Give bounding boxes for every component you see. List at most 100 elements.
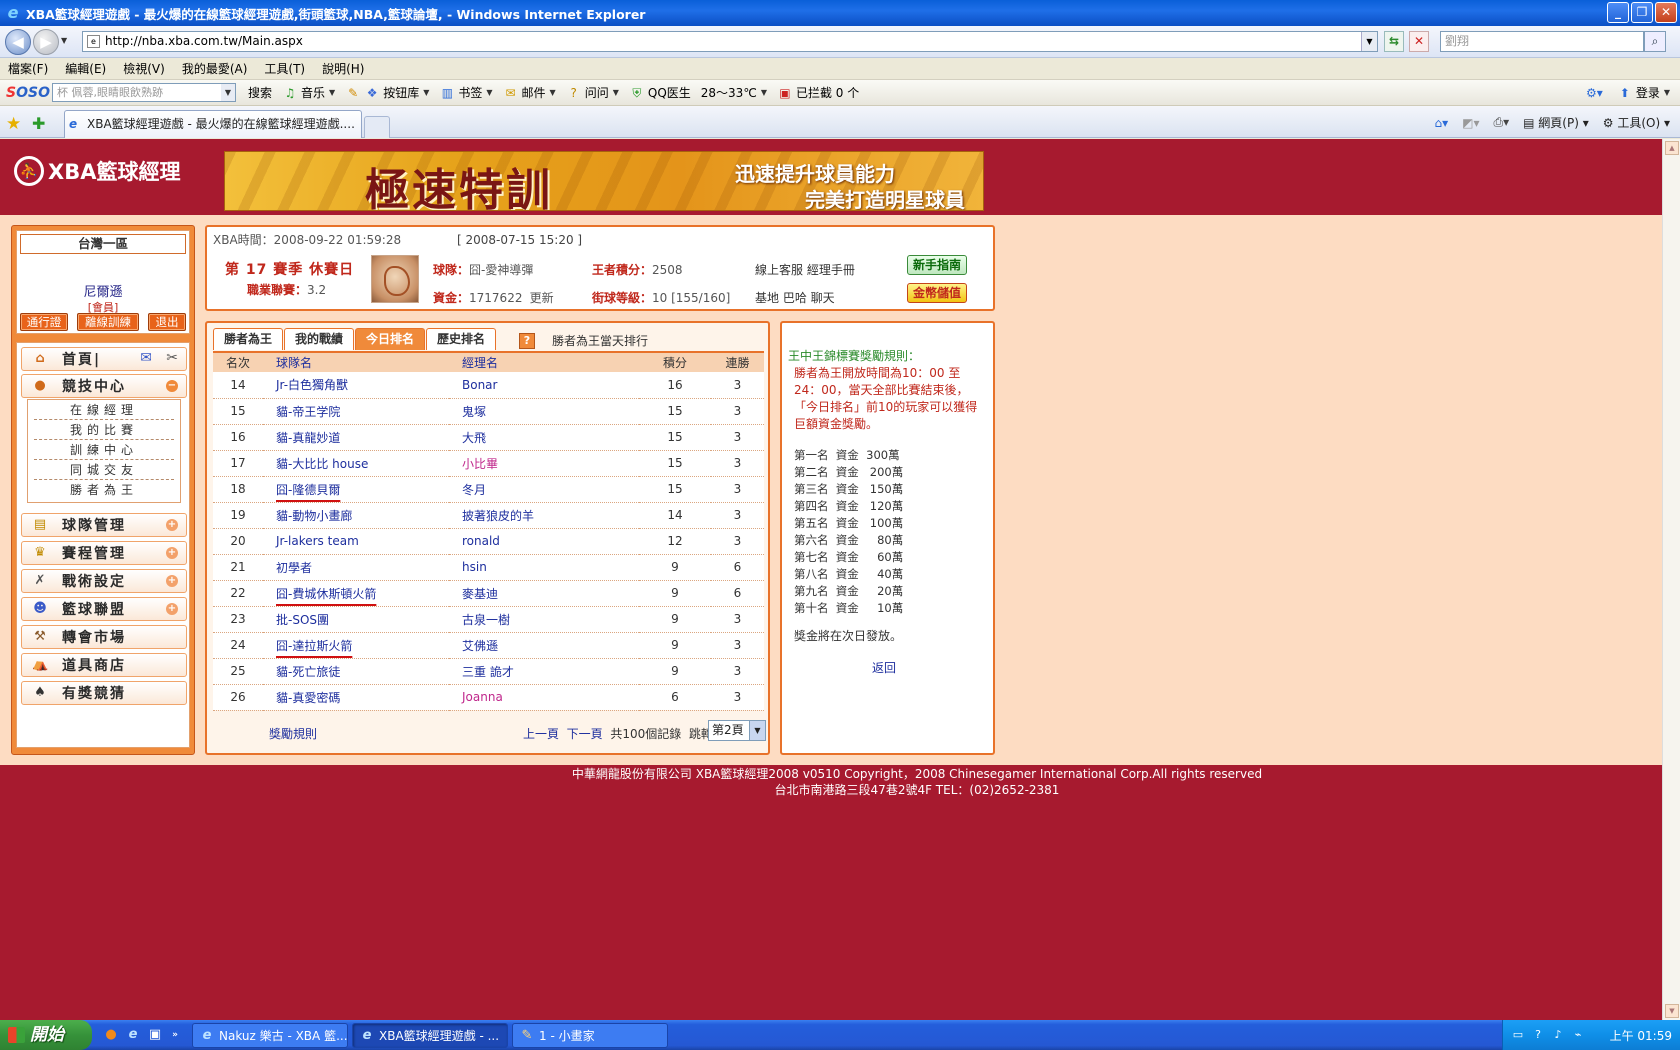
logout-button[interactable]: 退出 <box>148 313 186 331</box>
nav-league[interactable]: ☻ 籃球聯盟 + <box>21 597 187 621</box>
home-icon[interactable]: ⌂▾ <box>1434 116 1448 130</box>
back-link[interactable]: 返回 <box>872 659 896 676</box>
expand-icon[interactable]: + <box>166 547 178 559</box>
start-button[interactable]: 開始 <box>0 1020 92 1050</box>
search-icon[interactable]: ⌕ <box>1644 31 1666 52</box>
tools-icon[interactable]: ✂ <box>166 350 178 366</box>
support-links[interactable]: 線上客服 經理手冊 <box>755 261 855 278</box>
team-avatar[interactable] <box>371 255 419 303</box>
community-links[interactable]: 基地 巴哈 聊天 <box>755 289 835 306</box>
firefox-icon[interactable]: ● <box>102 1026 120 1044</box>
offline-training-button[interactable]: 離線訓練 <box>77 313 139 331</box>
tab-xba[interactable]: e XBA籃球經理遊戲 - 最火爆的在線籃球經理遊戲.... <box>64 110 362 138</box>
expand-icon[interactable]: + <box>166 575 178 587</box>
weather-button[interactable]: 28～33℃ ▼ <box>701 84 767 101</box>
vertical-scrollbar[interactable]: ▲ ▼ <box>1662 139 1680 1020</box>
manager-link[interactable]: 披著狼皮的羊 <box>449 502 639 529</box>
soso-search-button[interactable]: 搜索 <box>248 84 272 101</box>
network-icon[interactable]: ⌁ <box>1571 1028 1585 1042</box>
expand-icon[interactable]: + <box>166 603 178 615</box>
user-name[interactable]: 尼爾遜 <box>17 281 189 300</box>
team-link[interactable]: 囧-費城休斯頓火箭 <box>263 580 449 607</box>
manager-link[interactable]: 麥基迪 <box>449 580 639 607</box>
nav-home[interactable]: ⌂ 首頁| ✉ ✂ <box>21 347 187 371</box>
rss-icon[interactable]: ◩▾ <box>1462 116 1479 130</box>
mail-icon[interactable]: ✉ <box>140 350 152 366</box>
show-desktop-icon[interactable]: ▣ <box>146 1026 164 1044</box>
manager-link[interactable]: Joanna <box>449 684 639 711</box>
manager-link[interactable]: 鬼塚 <box>449 398 639 425</box>
submenu-online-manager[interactable]: 在線經理 <box>34 400 174 420</box>
forward-button[interactable]: ▶ <box>33 29 59 55</box>
xba-logo[interactable]: ⛹ XBA籃球經理 <box>14 156 180 186</box>
submenu-local-friends[interactable]: 同城交友 <box>34 460 174 480</box>
team-link[interactable]: 批-SOS團 <box>263 606 449 633</box>
nav-team-management[interactable]: ▤ 球隊管理 + <box>21 513 187 537</box>
tab-my-record[interactable]: 我的戰績 <box>284 328 355 350</box>
soso-dropdown-icon[interactable]: ▼ <box>221 84 235 101</box>
menu-tools[interactable]: 工具(T) <box>264 60 305 77</box>
manager-link[interactable]: 冬月 <box>449 476 639 503</box>
team-link[interactable]: 貓-帝王学院 <box>263 398 449 425</box>
submenu-my-matches[interactable]: 我的比賽 <box>34 420 174 440</box>
help-icon[interactable]: ? <box>519 333 535 349</box>
print-icon[interactable]: ⎙▾ <box>1494 115 1510 130</box>
history-dropdown-icon[interactable]: ▼ <box>61 36 67 45</box>
login-button[interactable]: ⬆ 登录 ▼ <box>1617 84 1670 101</box>
close-window-button[interactable]: ✕ <box>1655 2 1677 23</box>
task-paint[interactable]: ✎ 1 - 小畫家 <box>512 1023 668 1048</box>
manager-link[interactable]: 三重 詭才 <box>449 658 639 685</box>
quicklaunch-expand-icon[interactable]: » <box>166 1026 184 1044</box>
qq-settings-icon[interactable]: ⚙▾ <box>1586 86 1603 100</box>
update-link[interactable]: 更新 <box>530 291 554 305</box>
reward-rules-link[interactable]: 獎勵規則 <box>269 725 317 742</box>
task-xba[interactable]: e XBA籃球經理遊戲 - ... <box>352 1023 508 1048</box>
manager-link[interactable]: 小比畢 <box>449 450 639 477</box>
nav-lottery[interactable]: ♠ 有獎競猜 <box>21 681 187 705</box>
add-favorite-icon[interactable]: ✚ <box>32 114 45 133</box>
scroll-up-icon[interactable]: ▲ <box>1665 141 1679 155</box>
maximize-button[interactable]: ❐ <box>1631 2 1653 23</box>
nav-tactics[interactable]: ✗ 戰術設定 + <box>21 569 187 593</box>
speaker-icon[interactable]: ♪ <box>1551 1028 1565 1042</box>
back-button[interactable]: ◀ <box>5 29 31 55</box>
team-link[interactable]: Jr-白色獨角獸 <box>263 372 449 399</box>
bookmarks-button[interactable]: ▥ 书签 ▼ <box>439 84 493 101</box>
next-page-link[interactable]: 下一頁 <box>567 727 603 741</box>
nav-transfer-market[interactable]: ⚒ 轉會市場 <box>21 625 187 649</box>
team-link[interactable]: 貓-真愛密碼 <box>263 684 449 711</box>
manager-link[interactable]: ronald <box>449 528 639 555</box>
tab-today-ranking[interactable]: 今日排名 <box>355 328 426 350</box>
manager-link[interactable]: 艾佛遜 <box>449 632 639 659</box>
nav-schedule[interactable]: ♛ 賽程管理 + <box>21 541 187 565</box>
mail-button[interactable]: ✉ 邮件 ▼ <box>503 84 556 101</box>
ie-quicklaunch-icon[interactable]: e <box>124 1026 142 1044</box>
tools-menu[interactable]: ⚙ 工具(O) ▾ <box>1603 114 1670 131</box>
soso-logo[interactable]: SOSO <box>6 85 52 101</box>
page-menu[interactable]: ▤ 網頁(P) ▾ <box>1523 114 1589 131</box>
menu-favorites[interactable]: 我的最愛(A) <box>182 60 248 77</box>
team-link[interactable]: 囧-隆德貝爾 <box>263 476 449 503</box>
new-tab-button[interactable] <box>364 116 390 138</box>
qq-doctor-button[interactable]: ⛨ QQ医生 <box>629 84 690 101</box>
manager-link[interactable]: Bonar <box>449 372 639 399</box>
url-dropdown-icon[interactable]: ▼ <box>1361 32 1377 51</box>
wenwen-button[interactable]: ? 问问 ▼ <box>566 84 619 101</box>
manager-link[interactable]: 大飛 <box>449 424 639 451</box>
training-banner[interactable]: 極速特訓 迅速提升球員能力 完美打造明星球員 <box>224 151 984 211</box>
refresh-button[interactable]: ⇆ <box>1384 31 1404 52</box>
tab-history-ranking[interactable]: 歷史排名 <box>426 328 497 350</box>
minimize-button[interactable]: _ <box>1607 2 1629 23</box>
team-link[interactable]: 貓-死亡旅徒 <box>263 658 449 685</box>
nav-arena[interactable]: ● 競技中心 − <box>21 374 187 398</box>
task-nakuz[interactable]: e Nakuz 樂古 - XBA 籃... <box>192 1023 348 1048</box>
help-tray-icon[interactable]: ? <box>1531 1028 1545 1042</box>
popup-blocker-button[interactable]: ▣ 已拦截 0 个 <box>777 84 859 101</box>
stop-button[interactable]: ✕ <box>1409 31 1429 52</box>
gold-topup-button[interactable]: 金幣儲值 <box>907 283 967 303</box>
menu-help[interactable]: 說明(H) <box>322 60 364 77</box>
menu-view[interactable]: 檢視(V) <box>123 60 165 77</box>
beginner-guide-button[interactable]: 新手指南 <box>907 255 967 275</box>
passport-button[interactable]: 通行證 <box>20 313 68 331</box>
team-link[interactable]: 貓-動物小畫廊 <box>263 502 449 529</box>
